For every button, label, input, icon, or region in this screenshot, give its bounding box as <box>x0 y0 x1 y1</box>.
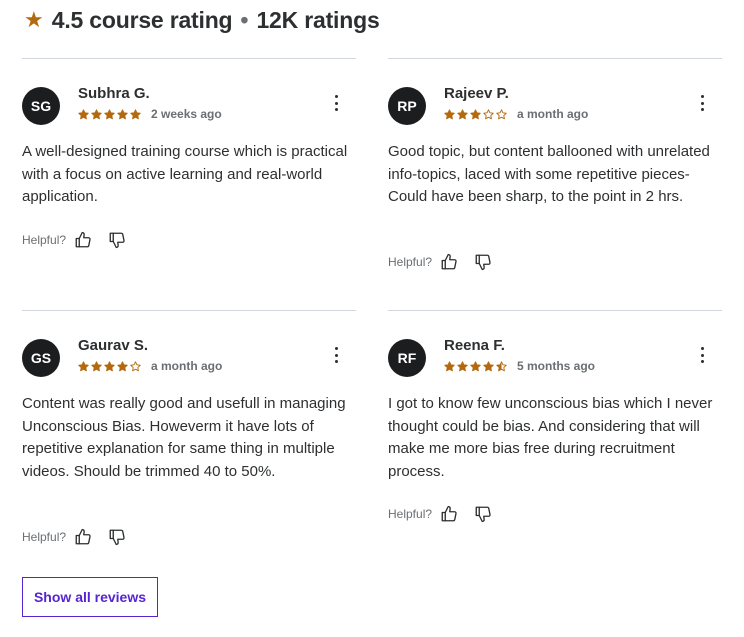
star-icon <box>104 108 115 119</box>
reviewer-name: Gaurav S. <box>78 337 149 354</box>
star-icon <box>483 108 494 119</box>
review-meta: 2 weeks ago <box>78 107 222 121</box>
star-icon <box>91 360 102 371</box>
review-date: a month ago <box>517 107 589 121</box>
review-card: RF Reena F. 5 months ago I got to know f… <box>388 310 722 523</box>
course-rating: 4.5 course rating <box>51 6 233 33</box>
star-rating <box>444 108 509 120</box>
thumbs-down-icon[interactable] <box>472 503 494 525</box>
star-icon <box>457 360 468 371</box>
reviewer-name: Rajeev P. <box>444 85 509 102</box>
star-icon <box>130 108 141 119</box>
review-text: Good topic, but content ballooned with u… <box>388 143 710 205</box>
star-icon <box>130 360 141 371</box>
review-card: GS Gaurav S. a month ago Content was rea… <box>22 310 356 546</box>
star-icon <box>496 360 507 371</box>
more-options-icon[interactable] <box>330 95 342 111</box>
star-icon <box>117 360 128 371</box>
star-rating <box>444 360 509 372</box>
star-icon <box>444 360 455 371</box>
helpful-row: Helpful? <box>22 229 140 251</box>
more-options-icon[interactable] <box>696 95 708 111</box>
avatar: GS <box>22 339 60 377</box>
reviewer-name: Reena F. <box>444 337 505 354</box>
star-icon <box>78 108 89 119</box>
rating-summary: ★ 4.5 course rating • 12K ratings <box>24 4 380 36</box>
thumbs-up-icon[interactable] <box>72 526 94 548</box>
reviewer-name: Subhra G. <box>78 85 150 102</box>
thumbs-up-icon[interactable] <box>438 251 460 273</box>
thumbs-down-icon[interactable] <box>106 526 128 548</box>
review-date: 5 months ago <box>517 359 596 373</box>
star-icon <box>117 108 128 119</box>
helpful-label: Helpful? <box>22 530 67 544</box>
separator-dot: • <box>240 6 249 33</box>
star-icon <box>483 360 494 371</box>
ratings-count: 12K ratings <box>256 6 380 33</box>
star-icon <box>496 108 507 119</box>
review-text: A well-designed training course which is… <box>22 143 348 205</box>
review-meta: a month ago <box>444 107 588 121</box>
review-meta: a month ago <box>78 359 222 373</box>
review-card: SG Subhra G. 2 weeks ago A well-designed… <box>22 58 356 249</box>
show-all-reviews-button[interactable]: Show all reviews <box>22 577 158 617</box>
star-rating <box>78 360 143 372</box>
helpful-row: Helpful? <box>388 503 506 525</box>
helpful-label: Helpful? <box>388 507 433 521</box>
more-options-icon[interactable] <box>696 347 708 363</box>
helpful-label: Helpful? <box>22 233 67 247</box>
star-icon <box>104 360 115 371</box>
thumbs-up-icon[interactable] <box>438 503 460 525</box>
star-icon <box>470 360 481 371</box>
review-date: a month ago <box>151 359 223 373</box>
review-date: 2 weeks ago <box>151 107 222 121</box>
helpful-row: Helpful? <box>388 251 506 273</box>
star-icon <box>444 108 455 119</box>
thumbs-up-icon[interactable] <box>72 229 94 251</box>
star-icon <box>78 360 89 371</box>
helpful-label: Helpful? <box>388 255 433 269</box>
avatar: RP <box>388 87 426 125</box>
thumbs-down-icon[interactable] <box>472 251 494 273</box>
star-icon <box>91 108 102 119</box>
review-text: I got to know few unconscious bias which… <box>388 395 713 480</box>
thumbs-down-icon[interactable] <box>106 229 128 251</box>
review-meta: 5 months ago <box>444 359 595 373</box>
star-icon: ★ <box>24 7 44 32</box>
review-text: Content was really good and usefull in m… <box>22 395 346 480</box>
star-icon <box>457 108 468 119</box>
review-card: RP Rajeev P. a month ago Good topic, but… <box>388 58 722 271</box>
star-rating <box>78 108 143 120</box>
more-options-icon[interactable] <box>330 347 342 363</box>
helpful-row: Helpful? <box>22 526 140 548</box>
avatar: SG <box>22 87 60 125</box>
star-icon <box>470 108 481 119</box>
avatar: RF <box>388 339 426 377</box>
